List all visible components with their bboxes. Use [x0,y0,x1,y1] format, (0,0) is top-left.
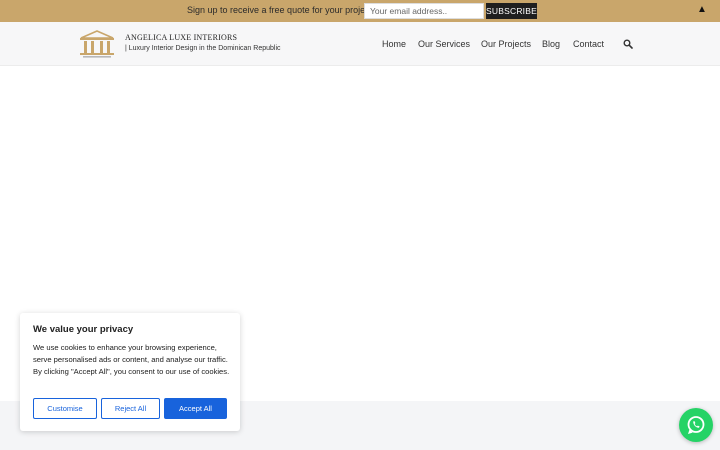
brand-name[interactable]: ANGELICA LUXE INTERIORS [125,33,237,42]
site-header: ANGELICA LUXE INTERIORS | Luxury Interio… [0,22,720,66]
nav-our-projects[interactable]: Our Projects [481,39,531,49]
email-input[interactable] [364,3,484,19]
reject-all-button[interactable]: Reject All [101,398,160,419]
nav-blog[interactable]: Blog [542,39,560,49]
customise-button[interactable]: Customise [33,398,97,419]
brand-tagline: | Luxury Interior Design in the Dominica… [125,45,281,52]
announcement-text: Sign up to receive a free quote for your… [187,5,373,15]
search-icon[interactable] [623,39,633,49]
whatsapp-button[interactable] [679,408,713,442]
cookie-consent-banner: We value your privacy We use cookies to … [20,313,240,431]
subscribe-button[interactable]: SUBSCRIBE [486,3,537,19]
columns-logo-icon[interactable] [78,30,116,58]
collapse-bar-icon[interactable]: ▲ [697,4,707,15]
accept-all-button[interactable]: Accept All [164,398,227,419]
nav-home[interactable]: Home [382,39,406,49]
cookie-title: We value your privacy [33,324,134,335]
announcement-bar: Sign up to receive a free quote for your… [0,0,720,22]
whatsapp-icon [687,416,705,434]
nav-contact[interactable]: Contact [573,39,604,49]
nav-our-services[interactable]: Our Services [418,39,470,49]
cookie-description: We use cookies to enhance your browsing … [33,343,230,376]
